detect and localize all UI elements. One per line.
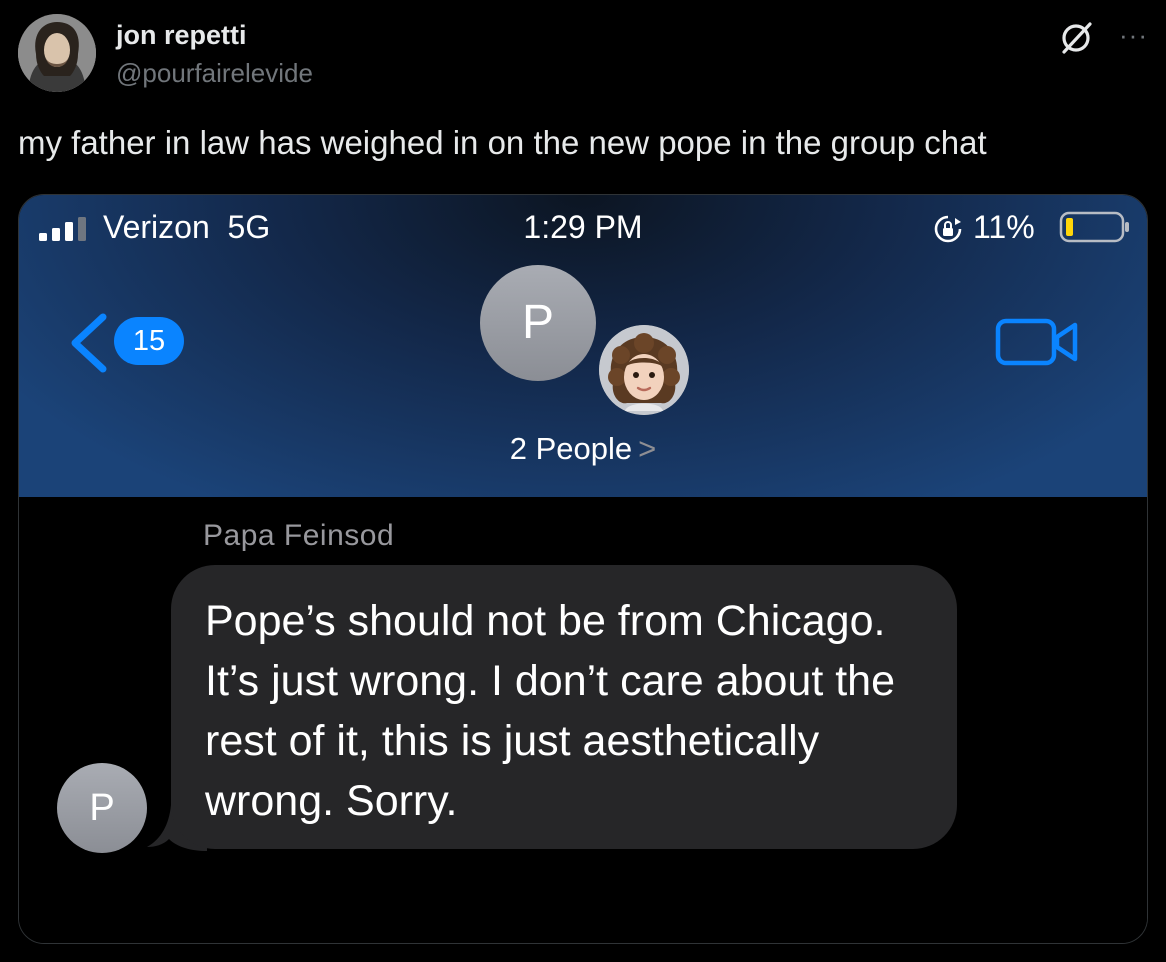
message-text: Pope’s should not be from Chicago. It’s … <box>205 597 895 825</box>
more-icon[interactable]: ··· <box>1119 20 1148 51</box>
author-avatar[interactable] <box>18 14 96 92</box>
author-handle[interactable]: @pourfairelevide <box>116 58 313 89</box>
status-bar: Verizon 5G 1:29 PM 11% <box>19 195 1147 255</box>
post-media-screenshot[interactable]: Verizon 5G 1:29 PM 11% 15 P 2 People > P… <box>18 194 1148 944</box>
sender-name: Papa Feinsod <box>203 519 395 552</box>
grok-icon[interactable] <box>1058 20 1094 56</box>
group-avatar-initial[interactable]: P <box>480 265 596 381</box>
battery-percent: 11% <box>973 209 1035 245</box>
video-camera-icon[interactable] <box>995 315 1079 369</box>
lock-rotation-icon <box>934 215 962 243</box>
message-thread[interactable]: Papa Feinsod Pope’s should not be from C… <box>19 497 1147 943</box>
messages-header: Verizon 5G 1:29 PM 11% 15 P 2 People > <box>19 195 1147 498</box>
back-chevron-icon[interactable] <box>67 311 111 375</box>
chevron-right-icon: > <box>638 431 657 466</box>
unread-count-badge[interactable]: 15 <box>114 317 184 365</box>
post-text: my father in law has weighed in on the n… <box>18 124 987 161</box>
people-count-label: 2 People <box>509 431 633 466</box>
author-name[interactable]: jon repetti <box>116 20 247 51</box>
battery-icon <box>1059 211 1129 243</box>
group-details-link[interactable]: 2 People > <box>19 431 1147 467</box>
memoji-avatar[interactable] <box>599 325 689 415</box>
post-header: jon repetti @pourfairelevide ··· <box>18 14 1148 94</box>
message-bubble[interactable]: Pope’s should not be from Chicago. It’s … <box>171 565 957 849</box>
sender-avatar[interactable]: P <box>57 763 147 853</box>
